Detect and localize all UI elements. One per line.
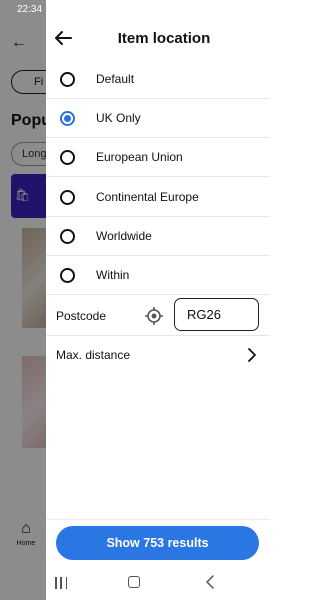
divider <box>46 519 270 520</box>
option-label: Default <box>96 72 135 86</box>
option-label: European Union <box>96 150 183 164</box>
chevron-right-icon <box>248 348 256 362</box>
postcode-label: Postcode <box>56 309 107 323</box>
radio-button-selected[interactable] <box>60 111 75 126</box>
crosshair-icon[interactable] <box>144 306 164 326</box>
page-title: Item location <box>117 30 211 47</box>
option-label: Continental Europe <box>96 190 199 204</box>
panel-header: Item location <box>46 20 270 60</box>
home-button-icon[interactable] <box>128 576 140 588</box>
show-results-button[interactable]: Show 753 results <box>56 526 259 560</box>
radio-button[interactable] <box>60 150 75 165</box>
radio-button[interactable] <box>60 72 75 87</box>
radio-button[interactable] <box>60 229 75 244</box>
option-label: Worldwide <box>96 229 152 243</box>
recents-icon[interactable] <box>55 577 67 589</box>
option-label: Within <box>96 268 130 282</box>
option-worldwide[interactable]: Worldwide <box>46 217 270 256</box>
postcode-row: Postcode <box>46 296 270 336</box>
option-within[interactable]: Within <box>46 256 270 295</box>
max-distance-label: Max. distance <box>56 348 131 362</box>
radio-button[interactable] <box>60 190 75 205</box>
max-distance-row[interactable]: Max. distance <box>46 336 270 374</box>
option-continental-europe[interactable]: Continental Europe <box>46 178 270 217</box>
option-uk-only[interactable]: UK Only <box>46 99 270 138</box>
radio-button[interactable] <box>60 268 75 283</box>
option-label: UK Only <box>96 111 141 125</box>
system-back-icon[interactable] <box>204 575 216 589</box>
status-time: 22:34 <box>17 4 43 15</box>
option-european-union[interactable]: European Union <box>46 138 270 177</box>
system-navigation-bar <box>46 567 270 600</box>
postcode-input[interactable] <box>174 298 259 331</box>
item-location-panel: Item location Default UK Only European U… <box>46 0 270 600</box>
option-default[interactable]: Default <box>46 60 270 99</box>
